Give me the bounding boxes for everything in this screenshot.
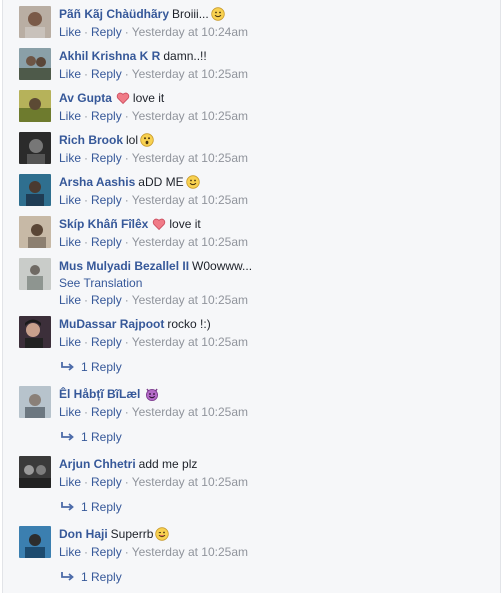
reply-link[interactable]: Reply <box>91 109 122 123</box>
timestamp[interactable]: Yesterday at 10:25am <box>132 545 248 559</box>
like-link[interactable]: Like <box>59 235 81 249</box>
view-replies-link[interactable]: 1 Reply <box>61 569 122 585</box>
view-replies-link[interactable]: 1 Reply <box>61 429 122 445</box>
reply-link[interactable]: Reply <box>91 335 122 349</box>
comment-meta: Like · Reply · Yesterday at 10:24am <box>59 25 249 39</box>
reply-arrow-icon <box>61 432 74 441</box>
avatar[interactable] <box>19 174 51 206</box>
reply-link[interactable]: Reply <box>91 475 122 489</box>
timestamp[interactable]: Yesterday at 10:25am <box>132 193 248 207</box>
like-link[interactable]: Like <box>59 545 81 559</box>
reply-link[interactable]: Reply <box>91 235 122 249</box>
avatar[interactable] <box>19 526 51 558</box>
comment-author[interactable]: MuDassar Rajpoot <box>59 317 164 331</box>
timestamp[interactable]: Yesterday at 10:25am <box>132 405 248 419</box>
timestamp[interactable]: Yesterday at 10:25am <box>132 151 248 165</box>
comment-author[interactable]: Rich Brook <box>59 133 123 147</box>
comment-meta: Like · Reply · Yesterday at 10:25am <box>59 335 249 349</box>
avatar[interactable] <box>19 456 51 488</box>
avatar[interactable] <box>19 386 51 418</box>
avatar[interactable] <box>19 132 51 164</box>
comment-author[interactable]: Av Gupta <box>59 91 112 105</box>
comment-meta: Like · Reply · Yesterday at 10:25am <box>59 475 249 489</box>
comment-author[interactable]: Akhil Krishna K R <box>59 49 160 63</box>
timestamp[interactable]: Yesterday at 10:25am <box>132 67 248 81</box>
view-replies-link[interactable]: 1 Reply <box>61 499 122 515</box>
view-replies-link[interactable]: 1 Reply <box>61 359 122 375</box>
timestamp[interactable]: Yesterday at 10:25am <box>132 109 248 123</box>
avatar[interactable] <box>19 316 51 348</box>
timestamp[interactable]: Yesterday at 10:25am <box>132 235 248 249</box>
reply-arrow-icon <box>61 362 74 371</box>
comment-text: Broiii... <box>172 7 209 21</box>
like-link[interactable]: Like <box>59 193 81 207</box>
avatar[interactable] <box>19 90 51 122</box>
comment-text: love it <box>169 217 201 231</box>
like-link[interactable]: Like <box>59 293 81 307</box>
avatar[interactable] <box>19 258 51 290</box>
timestamp[interactable]: Yesterday at 10:25am <box>132 293 248 307</box>
heart-emoji-icon <box>153 218 166 231</box>
comment-text: lol <box>126 133 139 147</box>
wink-emoji-icon <box>155 527 170 541</box>
comment-meta: Like · Reply · Yesterday at 10:25am <box>59 293 249 307</box>
replies-count: 1 Reply <box>81 430 122 444</box>
smile-emoji-icon <box>211 7 225 21</box>
comment-meta: Like · Reply · Yesterday at 10:25am <box>59 405 249 419</box>
like-link[interactable]: Like <box>59 109 81 123</box>
heart-emoji-icon <box>116 92 130 105</box>
timestamp[interactable]: Yesterday at 10:25am <box>132 475 248 489</box>
comment-meta: Like · Reply · Yesterday at 10:25am <box>59 109 249 123</box>
comment-text: rocko !:) <box>167 317 211 331</box>
reply-arrow-icon <box>61 502 74 511</box>
reply-arrow-icon <box>61 572 74 581</box>
replies-count: 1 Reply <box>81 360 122 374</box>
comment-text: aDD ME <box>138 175 184 189</box>
comment-author[interactable]: Êl Håbțĩ BĩLæl <box>59 387 140 401</box>
comments-panel: Pãñ Kãj Chàüdhãry Broiii... Like · Reply · Ye… <box>2 0 501 593</box>
like-link[interactable]: Like <box>59 405 81 419</box>
comment-text: damn..!! <box>163 49 207 63</box>
smile-emoji-icon <box>185 175 200 189</box>
see-translation-link[interactable]: See Translation <box>59 275 489 291</box>
comment-author[interactable]: Arjun Chhetri <box>59 457 136 471</box>
timestamp[interactable]: Yesterday at 10:24am <box>132 25 248 39</box>
reply-link[interactable]: Reply <box>91 67 122 81</box>
avatar[interactable] <box>19 216 51 248</box>
like-link[interactable]: Like <box>59 475 81 489</box>
comment-author[interactable]: Arsha Aashis <box>59 175 135 189</box>
like-link[interactable]: Like <box>59 335 81 349</box>
reply-link[interactable]: Reply <box>91 151 122 165</box>
avatar[interactable] <box>19 48 51 80</box>
like-link[interactable]: Like <box>59 25 81 39</box>
replies-count: 1 Reply <box>81 500 122 514</box>
comment-author[interactable]: Pãñ Kãj Chàüdhãry <box>59 7 169 21</box>
comment-meta: Like · Reply · Yesterday at 10:25am <box>59 151 249 165</box>
comment-author[interactable]: Don Haji <box>59 527 108 541</box>
comment-meta: Like · Reply · Yesterday at 10:25am <box>59 235 249 249</box>
comment-meta: Like · Reply · Yesterday at 10:25am <box>59 545 249 559</box>
comment-text: Superrb <box>110 527 154 541</box>
timestamp[interactable]: Yesterday at 10:25am <box>132 335 248 349</box>
like-link[interactable]: Like <box>59 67 81 81</box>
comment-meta: Like · Reply · Yesterday at 10:25am <box>59 67 249 81</box>
like-link[interactable]: Like <box>59 151 81 165</box>
wow-emoji-icon <box>140 133 154 147</box>
reply-link[interactable]: Reply <box>91 405 122 419</box>
comment-text: add me plz <box>138 457 198 471</box>
reply-link[interactable]: Reply <box>91 545 122 559</box>
comment-author[interactable]: Skíp Khâñ Fîlêx <box>59 217 148 231</box>
replies-count: 1 Reply <box>81 570 122 584</box>
reply-link[interactable]: Reply <box>91 293 122 307</box>
comment-text: W0owww... <box>192 259 253 273</box>
comment-meta: Like · Reply · Yesterday at 10:25am <box>59 193 249 207</box>
avatar[interactable] <box>19 6 51 38</box>
comment-author[interactable]: Mus Mulyadi Bezallel II <box>59 259 189 273</box>
devil-emoji-icon <box>146 388 159 401</box>
comment-text: love it <box>132 91 165 105</box>
reply-link[interactable]: Reply <box>91 25 122 39</box>
reply-link[interactable]: Reply <box>91 193 122 207</box>
